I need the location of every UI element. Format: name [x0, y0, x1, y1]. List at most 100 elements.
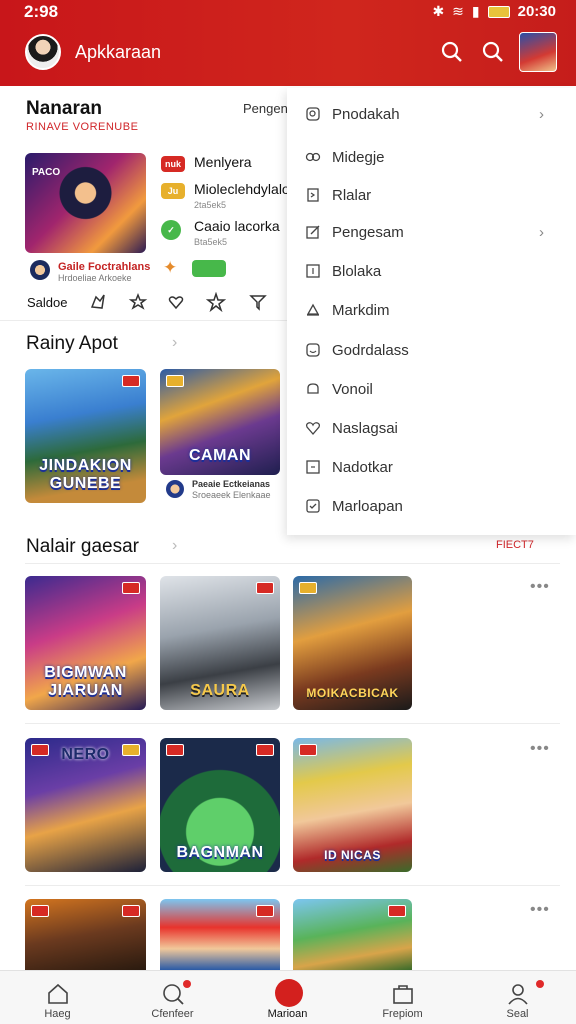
menu-item[interactable]: Pnodakah › [287, 96, 576, 132]
menu-item-label: Marloapan [332, 497, 403, 515]
nav-item-store[interactable]: Frepiom [345, 971, 460, 1024]
chevron-right-icon[interactable]: › [172, 334, 177, 352]
actions-label: Saldoe [27, 295, 68, 310]
menu-item[interactable]: Rlalar [287, 177, 576, 213]
section-subtitle: RINAVE VORENUBE [26, 121, 139, 133]
search-icon[interactable] [440, 40, 464, 64]
nav-label: Seal [506, 1008, 529, 1020]
game-card[interactable] [25, 899, 146, 970]
dropdown-menu: Pnodakah › Midegje Rlalar Pengesam › Blo… [287, 88, 576, 535]
game-card[interactable]: NERO [25, 738, 146, 872]
user-thumbnail[interactable] [519, 32, 557, 72]
game-card[interactable]: JINDAKION GUNEBE [25, 369, 146, 503]
game-card[interactable]: SAURA [160, 576, 280, 710]
chevron-right-icon: › [539, 223, 544, 241]
search-alt-icon[interactable] [481, 40, 505, 64]
rank-badge: Ju [161, 183, 185, 199]
nav-label: Frepiom [382, 1008, 423, 1020]
star-icon[interactable] [206, 292, 226, 312]
card-author-icon [166, 480, 184, 498]
divider [0, 320, 287, 321]
chevron-right-icon[interactable]: › [172, 537, 177, 555]
more-options-icon[interactable]: ••• [530, 578, 550, 596]
link-icon [305, 152, 321, 162]
menu-item[interactable]: Midegje [287, 139, 576, 175]
avatar[interactable] [25, 34, 61, 70]
star-outline-icon[interactable] [128, 292, 148, 312]
game-card[interactable] [160, 899, 280, 970]
menu-item[interactable]: Marloapan [287, 488, 576, 524]
menu-item[interactable]: Naslagsai [287, 410, 576, 446]
game-card[interactable]: ID NICAS [293, 738, 412, 872]
install-pill[interactable] [192, 260, 226, 277]
check-icon [306, 499, 320, 513]
card-tag [122, 375, 140, 387]
flag-icon [306, 460, 320, 474]
section-title: Rainy Apot [26, 333, 118, 354]
app-title: Apkkaraan [75, 42, 162, 62]
more-options-icon[interactable]: ••• [530, 901, 550, 919]
flag-icon[interactable] [248, 292, 268, 312]
bag-icon [393, 985, 413, 1004]
game-card[interactable]: MOIKACBICAK [293, 576, 412, 710]
card-tag [122, 905, 140, 917]
menu-item-label: Godrdalass [332, 341, 409, 359]
card-tag [166, 744, 184, 756]
menu-item[interactable]: Blolaka [287, 253, 576, 289]
game-card[interactable]: CAMAN [160, 369, 280, 475]
bell-icon [306, 303, 320, 316]
card-label: JINDAKION GUNEBE [39, 457, 132, 492]
menu-item[interactable]: Markdim [287, 292, 576, 328]
divider [25, 563, 560, 564]
bottom-navigation: Haeg Cfenfeer Marioan Frepiom Seal [0, 970, 576, 1024]
card-tag [388, 905, 406, 917]
card-tag [299, 744, 317, 756]
check-icon: ✓ [161, 220, 181, 240]
divider [25, 885, 560, 886]
menu-item[interactable]: Godrdalass [287, 332, 576, 368]
notification-dot [183, 980, 191, 988]
nav-item-center[interactable]: Marioan [230, 971, 345, 1024]
game-card[interactable]: BAGNMAN [160, 738, 280, 872]
rank-name: Caaio lacorka [194, 218, 280, 234]
edit-icon [306, 225, 320, 239]
menu-item-label: Midegje [332, 148, 385, 166]
chevron-right-icon: › [539, 105, 544, 123]
wifi-icon: ≋ [452, 3, 464, 19]
menu-item-label: Blolaka [332, 262, 382, 280]
card-label: SAURA [190, 682, 250, 699]
section-link[interactable]: FIECT7 [496, 539, 534, 551]
game-card[interactable]: BIGMWAN JIARUAN [25, 576, 146, 710]
menu-item-label: Markdim [332, 301, 390, 319]
rank-badge: nuk [161, 156, 185, 172]
heart-icon[interactable] [166, 292, 186, 312]
card-label: BIGMWAN JIARUAN [44, 664, 127, 699]
status-time-right: 20:30 [517, 3, 556, 20]
menu-item-label: Pnodakah [332, 105, 400, 123]
card-meta-sub: Sroeaeek Elenkaae [192, 490, 271, 500]
share-icon[interactable] [88, 292, 108, 312]
card-tag [31, 905, 49, 917]
nav-item-home[interactable]: Haeg [0, 971, 115, 1024]
nav-item-profile[interactable]: Seal [460, 971, 575, 1024]
card-tag [256, 582, 274, 594]
card-tag [256, 744, 274, 756]
notification-dot [536, 980, 544, 988]
nav-label: Marioan [267, 1008, 308, 1020]
heart-icon [305, 422, 321, 435]
card-label: MOIKACBICAK [306, 686, 399, 700]
image-icon [306, 264, 320, 278]
document-icon [307, 188, 319, 202]
section-title: Nanaran [26, 98, 103, 119]
menu-item[interactable]: Nadotkar [287, 449, 576, 485]
card-tag [166, 375, 184, 387]
nav-item-search[interactable]: Cfenfeer [115, 971, 230, 1024]
game-card[interactable] [293, 899, 412, 970]
status-time: 2:98 [24, 2, 59, 21]
more-options-icon[interactable]: ••• [530, 740, 550, 758]
menu-item[interactable]: Pengesam › [287, 214, 576, 250]
menu-item[interactable]: Vonoil [287, 371, 576, 407]
section-link[interactable]: Pengen [243, 101, 288, 116]
card-label: BAGNMAN [176, 844, 264, 861]
nav-label: Haeg [44, 1008, 71, 1020]
